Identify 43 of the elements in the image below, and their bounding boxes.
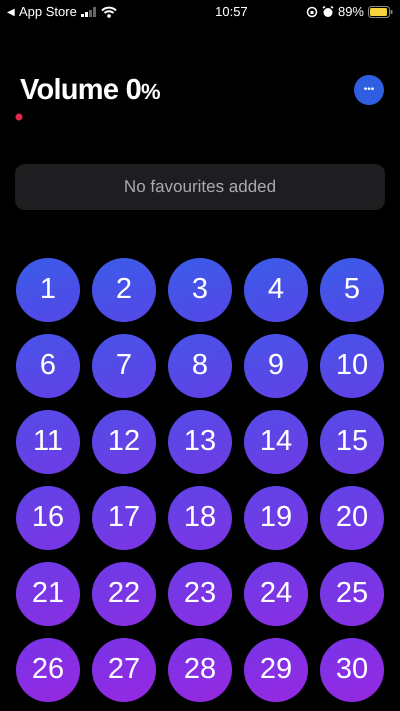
number-button[interactable]: 29	[244, 638, 308, 702]
number-button[interactable]: 16	[16, 486, 80, 550]
number-button[interactable]: 3	[168, 258, 232, 322]
battery-percent: 89%	[338, 3, 364, 22]
number-button[interactable]: 19	[244, 486, 308, 550]
alarm-icon	[322, 6, 334, 18]
volume-title: Volume 0%	[20, 76, 160, 104]
number-button[interactable]: 24	[244, 562, 308, 626]
number-button[interactable]: 7	[92, 334, 156, 398]
number-button[interactable]: 12	[92, 410, 156, 474]
back-arrow[interactable]: ◀	[7, 4, 15, 20]
number-button[interactable]: 23	[168, 562, 232, 626]
number-button[interactable]: 20	[320, 486, 384, 550]
number-button[interactable]: 13	[168, 410, 232, 474]
number-button[interactable]: 14	[244, 410, 308, 474]
number-button[interactable]: 11	[16, 410, 80, 474]
status-dot-icon	[15, 113, 23, 121]
number-button[interactable]: 2	[92, 258, 156, 322]
number-button[interactable]: 21	[16, 562, 80, 626]
number-button[interactable]: 6	[16, 334, 80, 398]
favourites-panel: No favourites added	[15, 164, 385, 210]
number-button[interactable]: 9	[244, 334, 308, 398]
battery-icon	[368, 6, 393, 18]
number-button[interactable]: 4	[244, 258, 308, 322]
number-button[interactable]: 15	[320, 410, 384, 474]
number-button[interactable]: 27	[92, 638, 156, 702]
more-button[interactable]: •••	[354, 75, 384, 105]
number-button[interactable]: 26	[16, 638, 80, 702]
number-button[interactable]: 25	[320, 562, 384, 626]
wifi-icon	[100, 6, 117, 18]
number-button[interactable]: 18	[168, 486, 232, 550]
number-button[interactable]: 28	[168, 638, 232, 702]
signal-icon	[80, 7, 97, 17]
number-button[interactable]: 1	[16, 258, 80, 322]
number-button[interactable]: 22	[92, 562, 156, 626]
number-button[interactable]: 17	[92, 486, 156, 550]
back-link[interactable]: App Store	[19, 2, 77, 22]
number-button[interactable]: 8	[168, 334, 232, 398]
number-button[interactable]: 5	[320, 258, 384, 322]
rotation-lock-icon	[306, 6, 318, 18]
status-time: 10:57	[215, 3, 248, 22]
number-button[interactable]: 30	[320, 638, 384, 702]
number-button[interactable]: 10	[320, 334, 384, 398]
